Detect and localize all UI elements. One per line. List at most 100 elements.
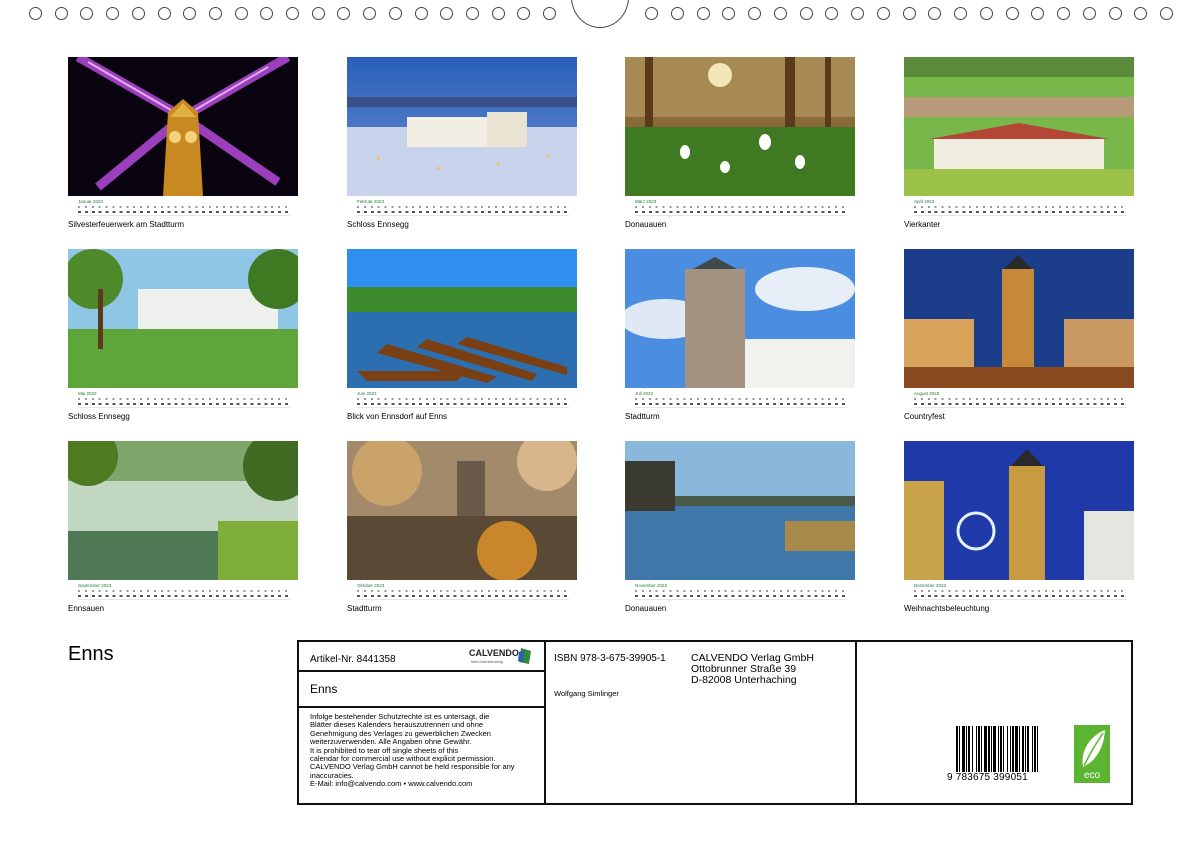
barcode-number: 9 783675 399051 (947, 772, 1028, 783)
binding-hole (748, 7, 761, 20)
day-grid (914, 397, 1126, 409)
binding-hole (183, 7, 197, 20)
month-photo (625, 57, 855, 196)
binding-hole (337, 7, 351, 20)
month-tile: März 2023 Donauauen (625, 57, 855, 229)
binding-hole (1057, 7, 1070, 20)
eco-label: eco (1084, 770, 1101, 781)
month-photo (347, 57, 577, 196)
author: Wolfgang Simlinger (554, 689, 619, 698)
binding-hole (440, 7, 454, 20)
month-label: April 2023 (914, 199, 935, 204)
binding-hole (851, 7, 864, 20)
calvendo-logo-text: CALVENDO (469, 648, 519, 658)
binding-hole (80, 7, 94, 20)
month-label: Februar 2023 (357, 199, 385, 204)
month-label: November 2023 (635, 583, 668, 588)
month-tile: Januar 2023 Silvesterfeuerwerk am Stadttu… (68, 57, 298, 229)
binding-hole (902, 7, 916, 20)
binding-hole (286, 7, 299, 20)
day-grid (635, 205, 847, 217)
binding-hole (491, 7, 505, 20)
photo-caption: Donauauen (625, 604, 667, 613)
binding-hole (208, 7, 222, 20)
binding-hole (260, 7, 274, 20)
month-tile: September 2023 Ennsauen (68, 441, 298, 613)
month-label: März 2023 (635, 199, 657, 204)
photo-caption: Weihnachtsbeleuchtung (904, 604, 990, 613)
calvendo-logo: CALVENDO Mein Kalenderverlag (469, 648, 531, 664)
binding-hole (388, 7, 402, 20)
month-photo (904, 441, 1134, 580)
photo-caption: Vierkanter (904, 220, 941, 229)
day-grid (914, 205, 1126, 217)
day-grid (635, 589, 847, 601)
day-grid (357, 205, 569, 217)
disclaimer: Infolge bestehender Schutzrechte ist es … (310, 712, 542, 789)
binding-hole (696, 7, 710, 20)
month-photo (625, 249, 855, 388)
day-grid (78, 589, 290, 601)
binding-hole (799, 7, 813, 20)
info-box: Artikel-Nr. 8441358 CALVENDO Mein Kalend… (297, 640, 1133, 805)
binding-hole (157, 7, 171, 20)
binding-hole (722, 7, 736, 20)
binding-hole (928, 7, 942, 20)
publisher-line: D-82008 Unterhaching (691, 674, 797, 686)
binding-hole (106, 7, 120, 20)
binding-hole (363, 7, 377, 20)
month-tile: Mai 2023 Schloss Ennsegg (68, 249, 298, 421)
publisher-address: CALVENDO Verlag GmbH Ottobrunner Straße 3… (691, 653, 814, 686)
binding-hole (1005, 7, 1019, 20)
day-grid (78, 397, 290, 409)
month-tile: November 2023 Donauauen (625, 441, 855, 613)
month-tile: Juni 2023 Blick von Ennsdorf auf Enns (347, 249, 577, 421)
month-tile: Dezember 2023 Weihnachtsbeleuchtung (904, 441, 1134, 613)
month-photo (347, 249, 577, 388)
isbn: ISBN 978-3-675-39905-1 (554, 653, 666, 664)
photo-caption: Schloss Ennsegg (68, 412, 130, 421)
month-photo (904, 57, 1134, 196)
binding-hole (773, 7, 787, 20)
month-label: Oktober 2023 (357, 583, 385, 588)
binding-hole (954, 7, 967, 20)
binding-hole (670, 7, 684, 20)
article-number: Artikel-Nr. 8441358 (310, 654, 396, 665)
month-label: Juli 2023 (635, 391, 654, 396)
binding-hole (1031, 7, 1045, 20)
day-grid (78, 205, 290, 217)
binding-hole (876, 7, 890, 20)
month-photo (625, 441, 855, 580)
month-photo (904, 249, 1134, 388)
binding-hole (29, 7, 42, 20)
photo-caption: Stadtturm (625, 412, 660, 421)
binding-hole (825, 7, 839, 20)
eco-leaf-icon: eco (1074, 725, 1110, 783)
photo-caption: Countryfest (904, 412, 945, 421)
binding-hole (1160, 7, 1173, 20)
day-grid (357, 589, 569, 601)
month-tile: Oktober 2023 Stadtturm (347, 441, 577, 613)
month-label: September 2023 (78, 583, 112, 588)
calendar-title: Enns (68, 643, 114, 665)
disclaimer-line: E-Mail: info@calvendo.com • www.calvendo… (310, 779, 473, 789)
photo-caption: Donauauen (625, 220, 667, 229)
binding-hole (517, 7, 531, 20)
month-photo (68, 249, 298, 388)
photo-caption: Silvesterfeuerwerk am Stadtturm (68, 220, 185, 229)
binding-hole (414, 7, 428, 20)
binding-hole (543, 7, 556, 20)
binding-hole (131, 7, 145, 20)
month-tile: August 2023 Countryfest (904, 249, 1134, 421)
photo-caption: Blick von Ennsdorf auf Enns (347, 412, 448, 421)
month-photo (68, 57, 298, 196)
binding-hole (1108, 7, 1122, 20)
month-photo (347, 441, 577, 580)
month-photo (68, 441, 298, 580)
binding-hole (54, 7, 68, 20)
day-grid (635, 397, 847, 409)
month-label: August 2023 (914, 391, 940, 396)
photo-caption: Schloss Ennsegg (347, 220, 409, 229)
month-label: Januar 2023 (78, 199, 104, 204)
month-tile: Februar 2023 Schloss Ennsegg (347, 57, 577, 229)
